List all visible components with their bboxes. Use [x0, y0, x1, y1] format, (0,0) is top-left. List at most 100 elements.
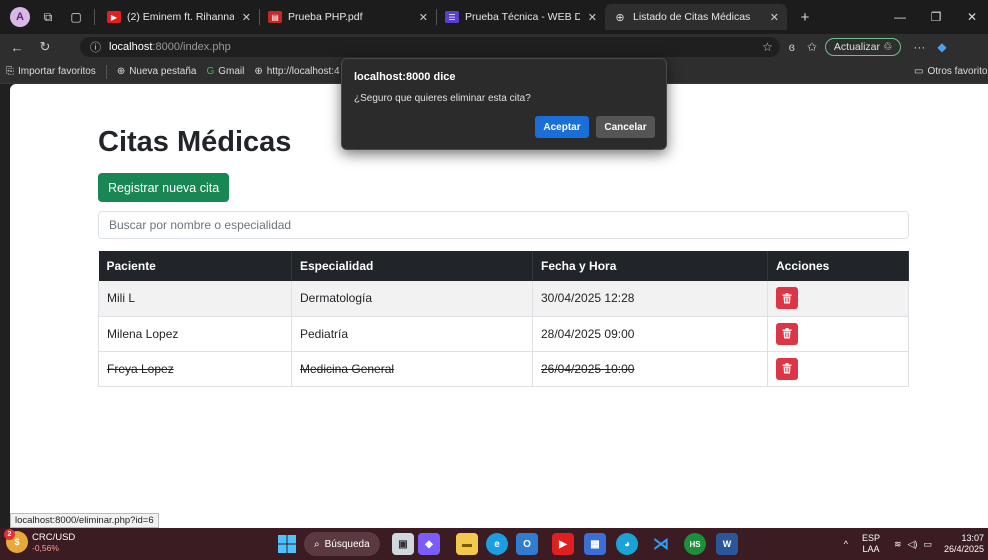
column-header: Paciente	[98, 251, 292, 281]
close-icon[interactable]: ✕	[580, 11, 597, 24]
trash-icon	[782, 328, 792, 339]
minimize-icon[interactable]: —	[884, 0, 916, 34]
google-icon: G	[206, 66, 215, 77]
hs-app-icon[interactable]: HS	[684, 533, 706, 555]
chevron-up-icon[interactable]: ^	[844, 539, 848, 549]
close-icon[interactable]: ✕	[762, 11, 779, 24]
other-favorites[interactable]: ▭ Otros favoritos	[914, 66, 988, 77]
web-page: Citas Médicas Registrar nueva cita Busca…	[10, 84, 988, 528]
collections-icon[interactable]: ✩	[807, 40, 817, 54]
language-code: ESP	[861, 533, 880, 543]
datetime-cell: 30/04/2025 12:28	[532, 281, 768, 317]
favorite-gmail[interactable]: G Gmail	[206, 66, 244, 77]
word-icon[interactable]: W	[716, 533, 738, 555]
task-view-icon[interactable]: ▣	[392, 533, 414, 555]
column-header: Acciones	[767, 251, 909, 281]
page-title: Citas Médicas	[98, 126, 292, 158]
workspaces-icon[interactable]: ⧉	[38, 7, 58, 27]
tab-youtube[interactable]: ▶ (2) Eminem ft. Rihanna - The Mon ✕	[99, 4, 259, 30]
copilot-app-icon[interactable]: ◆	[418, 533, 440, 555]
favorites-separator	[105, 64, 107, 79]
table-row: Freya Lopez Medicina General 26/04/2025 …	[98, 351, 909, 387]
edge-copilot-icon[interactable]: ◆	[937, 40, 946, 54]
folder-icon: ▭	[914, 66, 924, 77]
delete-button[interactable]	[776, 357, 798, 380]
favorite-label: Nueva pestaña	[129, 66, 197, 77]
restore-icon[interactable]: ❐	[920, 0, 952, 34]
taskbar-search[interactable]: ⌕ Búsqueda	[304, 532, 380, 556]
favorite-label: Otros favoritos	[927, 66, 988, 77]
clock[interactable]: 13:07 26/4/2025	[944, 533, 984, 555]
tab-strip: A ⧉ ▢ ▶ (2) Eminem ft. Rihanna - The Mon…	[0, 0, 988, 34]
profile-avatar[interactable]: A	[10, 7, 30, 27]
favorite-new-tab[interactable]: ⊕ Nueva pestaña	[117, 66, 197, 77]
copilot-icon[interactable]: ɞ	[789, 40, 795, 54]
close-icon[interactable]: ✕	[411, 11, 428, 24]
vscode-icon[interactable]: ⋊	[650, 533, 672, 555]
globe-icon: ⊕	[615, 11, 625, 24]
volume-icon[interactable]: ◁)	[908, 539, 918, 550]
youtube-app-icon[interactable]: ▶	[552, 533, 574, 555]
language-indicator[interactable]: ESP LAA	[862, 533, 880, 555]
register-appointment-button[interactable]: Registrar nueva cita	[98, 173, 230, 202]
edge-icon[interactable]: e	[486, 533, 508, 555]
close-icon[interactable]: ✕	[234, 11, 251, 24]
toolbar-right: ☆ ɞ ✩ Actualizar ♲ ··· ◆	[762, 34, 947, 60]
favorite-label: Importar favoritos	[18, 66, 96, 77]
favorite-star-icon[interactable]: ☆	[762, 40, 773, 54]
trash-icon	[782, 363, 792, 374]
time: 13:07	[961, 533, 984, 543]
update-button[interactable]: Actualizar ♲	[824, 38, 902, 56]
store-icon[interactable]: ▦	[584, 533, 606, 555]
tab-pdf[interactable]: ▤ Prueba PHP.pdf ✕	[260, 4, 436, 30]
table-row: Milena Lopez Pediatría 28/04/2025 09:00	[98, 316, 909, 352]
table-row: Mili L Dermatología 30/04/2025 12:28	[98, 281, 909, 317]
favorite-import[interactable]: ⎘ Importar favoritos	[6, 66, 96, 77]
actions-cell	[767, 281, 909, 317]
taskbar: $2 CRC/USD -0,56% ⌕ Búsqueda ▣ ◆ ▬ e O ▶…	[0, 528, 988, 560]
globe-icon: ⊕	[116, 66, 126, 77]
specialty-cell: Medicina General	[291, 351, 533, 387]
search-input[interactable]: Buscar por nombre o especialidad	[98, 211, 909, 239]
more-menu-icon[interactable]: ···	[913, 40, 925, 54]
import-icon: ⎘	[6, 66, 14, 77]
forms-icon: ☰	[445, 11, 459, 23]
tab-citas-active[interactable]: ⊕ Listado de Citas Médicas ✕	[605, 4, 787, 30]
outlook-icon[interactable]: O	[516, 533, 538, 555]
search-icon: ⌕	[314, 538, 320, 550]
tab-label: (2) Eminem ft. Rihanna - The Mon	[127, 11, 234, 23]
date: 26/4/2025	[943, 544, 984, 554]
currency-widget[interactable]: $2 CRC/USD -0,56%	[4, 529, 75, 553]
file-explorer-icon[interactable]: ▬	[456, 533, 478, 555]
new-tab-icon[interactable]: +	[795, 7, 815, 27]
tab-forms[interactable]: ☰ Prueba Técnica - WEB DEVELOPEI ✕	[437, 4, 605, 30]
delete-button[interactable]	[776, 322, 798, 345]
url-host: localhost	[109, 41, 153, 53]
start-icon[interactable]	[276, 533, 298, 555]
language-layout: LAA	[862, 544, 880, 554]
favorite-label: http://localhost:4	[266, 66, 340, 77]
favorite-localhost[interactable]: ⊕ http://localhost:4	[254, 66, 339, 77]
battery-icon[interactable]: ▭	[923, 539, 932, 550]
datetime-cell: 26/04/2025 10:00	[532, 351, 768, 387]
tab-label: Prueba PHP.pdf	[288, 11, 363, 23]
notification-badge: 2	[4, 529, 15, 540]
dialog-title: localhost:8000 dice	[354, 71, 456, 83]
actions-cell	[767, 316, 909, 352]
site-info-icon[interactable]: ⓘ	[90, 39, 101, 55]
wifi-icon[interactable]: ≋	[894, 539, 902, 550]
close-window-icon[interactable]: ✕	[956, 0, 988, 34]
browser-app-icon[interactable]: ◕	[616, 533, 638, 555]
refresh-icon[interactable]: ↻	[34, 36, 56, 58]
tab-actions-icon[interactable]: ▢	[66, 7, 86, 27]
tab-separator	[94, 9, 95, 25]
search-placeholder: Buscar por nombre o especialidad	[109, 218, 292, 232]
delete-button[interactable]	[776, 287, 798, 310]
back-icon[interactable]: ←	[6, 36, 28, 58]
tab-label: Prueba Técnica - WEB DEVELOPEI	[465, 11, 580, 23]
accept-button[interactable]: Aceptar	[535, 116, 589, 138]
cancel-button[interactable]: Cancelar	[596, 116, 655, 138]
address-bar[interactable]: ⓘ localhost :8000/index.php	[80, 37, 780, 57]
specialty-cell: Dermatología	[291, 281, 533, 317]
specialty-cell: Pediatría	[291, 316, 533, 352]
